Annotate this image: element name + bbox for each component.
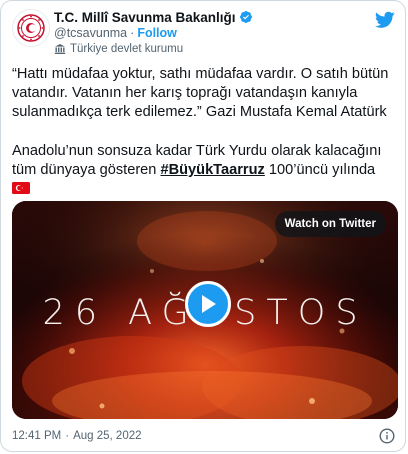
tweet-header: T.C. Millî Savunma Bakanlığı @tcsavunma … [12, 9, 395, 57]
footer-separator: · [65, 430, 70, 442]
turkish-flag-icon [12, 182, 30, 194]
display-name[interactable]: T.C. Millî Savunma Bakanlığı [54, 10, 236, 25]
tweet-card[interactable]: T.C. Millî Savunma Bakanlığı @tcsavunma … [0, 0, 406, 452]
verified-badge-icon [239, 11, 252, 23]
government-building-icon [54, 43, 66, 54]
ministry-emblem-icon [17, 14, 45, 42]
tweet-paragraph-quote: “Hattı müdafaa yoktur, sathı müdafaa var… [12, 66, 389, 120]
follow-button[interactable]: Follow [137, 26, 177, 40]
play-button[interactable] [185, 281, 231, 327]
tweet-text: “Hattı müdafaa yoktur, sathı müdafaa var… [12, 65, 404, 219]
account-handle[interactable]: @tcsavunma [54, 26, 127, 40]
video-player[interactable]: 26 AĞUSTOS Watch on Twitter [12, 201, 398, 419]
tweet-paragraph-anniversary: Anadolu’nun sonsuza kadar Türk Yurdu ola… [12, 142, 404, 199]
tweet-time[interactable]: 12:41 PM [12, 430, 61, 442]
tweet-footer: 12:41 PM · Aug 25, 2022 [12, 428, 395, 444]
account-info: T.C. Millî Savunma Bakanlığı @tcsavunma … [54, 9, 253, 56]
affiliation-label: Türkiye devlet kurumu [70, 42, 184, 55]
info-icon[interactable] [379, 428, 395, 444]
tweet-text-after-hashtag: 100’üncü yılında [264, 162, 376, 178]
tweet-date[interactable]: Aug 25, 2022 [73, 430, 141, 442]
twitter-bird-icon[interactable] [375, 11, 395, 29]
watch-on-twitter-button[interactable]: Watch on Twitter [274, 211, 386, 237]
hashtag-link[interactable]: #BüyükTaarruz [160, 162, 264, 178]
avatar[interactable] [12, 9, 50, 47]
play-icon [202, 295, 216, 313]
separator-dot: · [130, 26, 135, 40]
